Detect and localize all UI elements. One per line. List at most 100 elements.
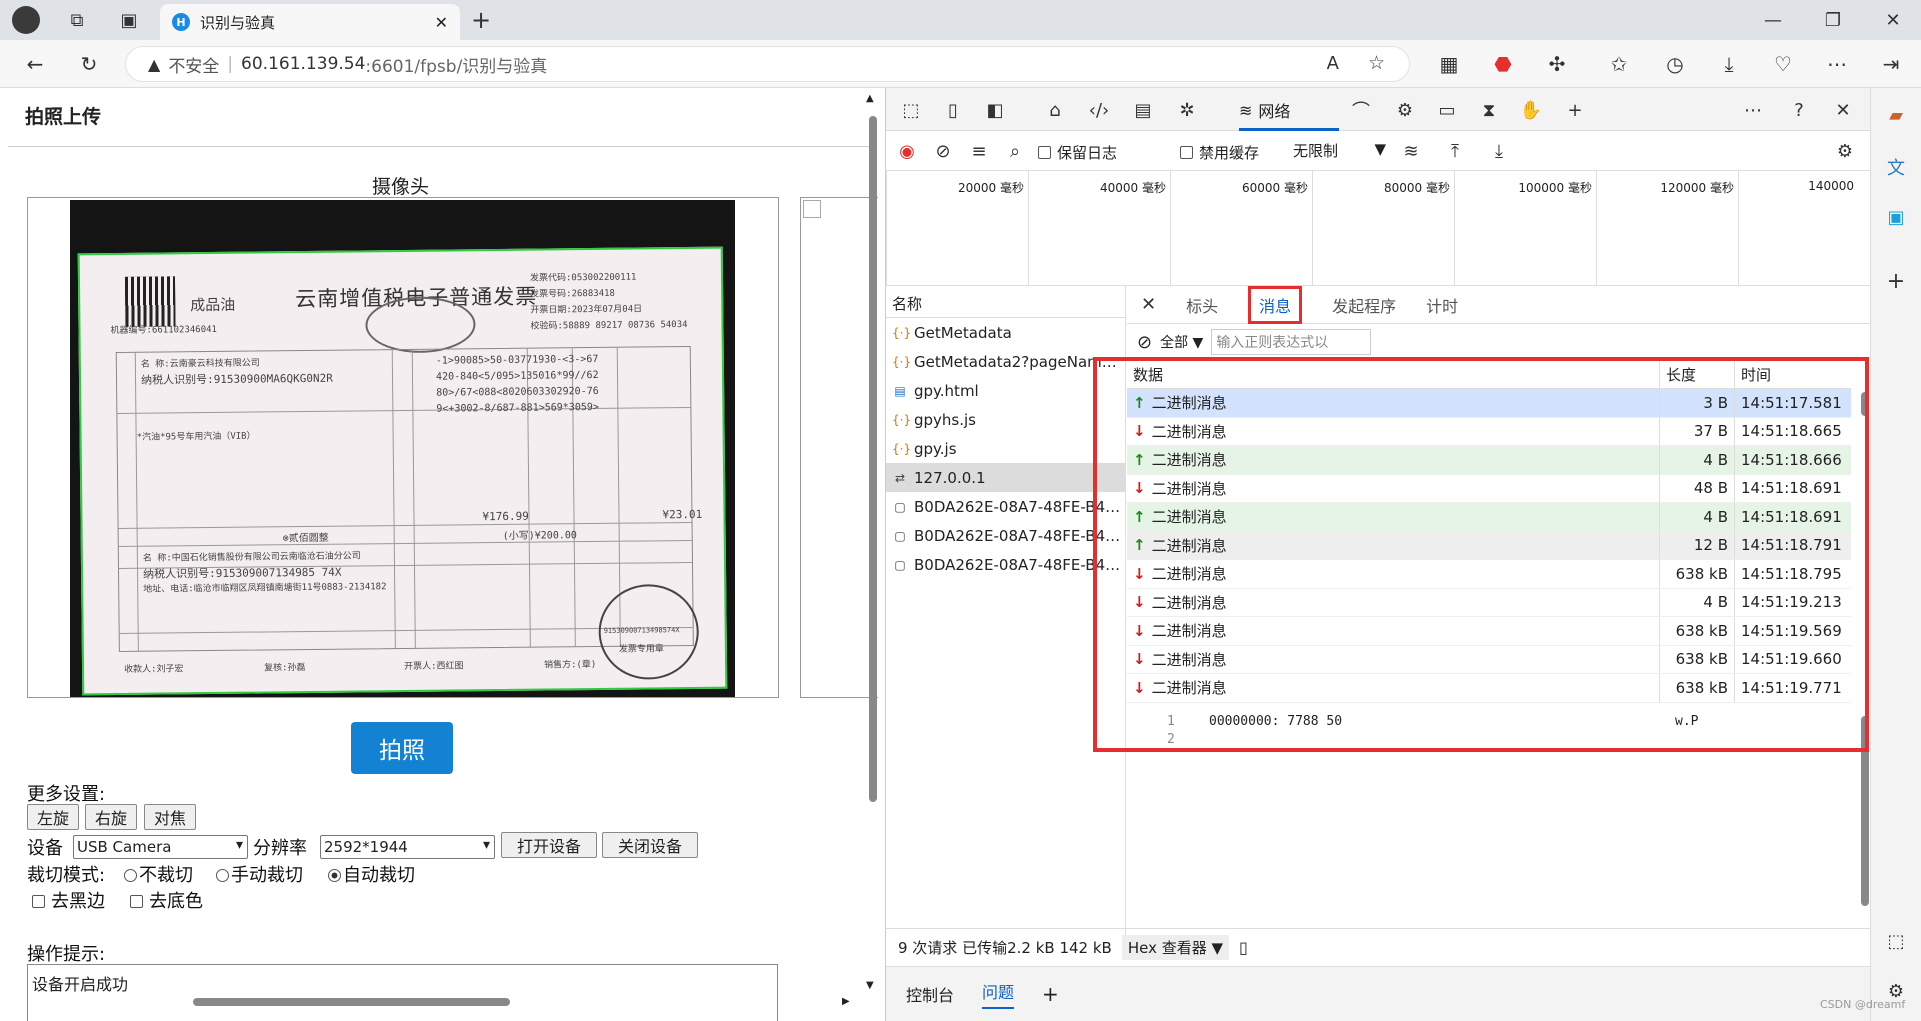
request-item[interactable]: ▢ B0DA262E-08A7-48FE-B4… <box>886 550 1125 579</box>
add-sidebar-icon[interactable]: + <box>1883 268 1909 294</box>
device-select[interactable]: USB Camera <box>73 835 248 859</box>
welcome-icon[interactable]: ⌂ <box>1042 97 1068 123</box>
rotate-right-button[interactable]: 右旋 <box>85 804 137 830</box>
resolution-select[interactable]: 2592*1944 <box>320 835 495 859</box>
more-options-icon[interactable]: ⋯ <box>1740 97 1766 123</box>
search-icon[interactable]: ⌕ <box>1002 138 1028 164</box>
close-tab-icon[interactable]: ✕ <box>435 13 448 32</box>
open-device-button[interactable]: 打开设备 <box>501 832 597 858</box>
refresh-icon[interactable]: ↻ <box>74 50 104 78</box>
scroll-right-icon[interactable]: ▶ <box>842 996 850 1007</box>
back-icon[interactable]: ← <box>20 50 50 78</box>
vertical-scrollbar[interactable] <box>869 116 877 802</box>
tab-actions-icon[interactable]: ▣ <box>116 8 142 32</box>
close-detail-icon[interactable]: ✕ <box>1141 294 1156 315</box>
clear-icon[interactable]: ⊘ <box>930 138 956 164</box>
application-icon[interactable]: ▭ <box>1434 97 1460 123</box>
close-devtools-icon[interactable]: ✕ <box>1830 97 1856 123</box>
tab-messages[interactable]: 消息 <box>1248 285 1303 324</box>
favorite-star-icon[interactable]: ☆ <box>1368 52 1385 74</box>
request-item[interactable]: {·} gpy.js <box>886 434 1125 463</box>
minimize-icon[interactable]: — <box>1760 8 1786 32</box>
scroll-up-icon[interactable]: ▲ <box>866 93 874 104</box>
more-menu-icon[interactable]: ⋯ <box>1822 50 1852 78</box>
device-emulation-icon[interactable]: ▯ <box>940 97 966 123</box>
tab-issues[interactable]: 问题 <box>982 979 1015 1009</box>
adblock-icon[interactable]: ⬣ <box>1488 50 1518 78</box>
crop-none-option[interactable]: 不裁切 <box>124 861 193 887</box>
request-item[interactable]: {·} GetMetadata2?pageNam… <box>886 347 1125 376</box>
tab-network[interactable]: ≋ 网络 <box>1239 92 1339 131</box>
filter-input[interactable]: 输入正则表达式以 <box>1211 329 1372 355</box>
remove-black-option[interactable]: 去黑边 <box>32 887 105 913</box>
record-icon[interactable]: ◉ <box>894 138 920 164</box>
request-item[interactable]: ▢ B0DA262E-08A7-48FE-B4… <box>886 492 1125 521</box>
close-window-icon[interactable]: ✕ <box>1880 8 1906 32</box>
filter-select[interactable]: 全部 ▼ <box>1160 332 1203 352</box>
remove-bg-option[interactable]: 去底色 <box>130 887 203 913</box>
elements-icon[interactable]: ‹/› <box>1086 97 1112 123</box>
tips-textarea[interactable]: 设备开启成功 <box>27 964 778 1021</box>
inspect-icon[interactable]: ⬚ <box>898 97 924 123</box>
extension-icon[interactable]: ▦ <box>1434 50 1464 78</box>
request-item[interactable]: {·} gpyhs.js <box>886 405 1125 434</box>
request-item[interactable]: ⇄ 127.0.0.1 <box>886 463 1125 492</box>
disable-cache-option[interactable]: 禁用缓存 <box>1180 142 1259 163</box>
restore-icon[interactable]: ❐ <box>1820 8 1846 32</box>
tab-headers[interactable]: 标头 <box>1186 293 1218 317</box>
import-har-icon[interactable]: ⤒ <box>1442 138 1468 164</box>
tools-icon[interactable]: ▰ <box>1883 102 1909 128</box>
tab-console[interactable]: 控制台 <box>906 982 954 1006</box>
checkbox-icon[interactable] <box>130 895 143 908</box>
history-icon[interactable]: ◷ <box>1660 50 1690 78</box>
throttle-select[interactable]: 无限制 ▼ <box>1290 140 1388 164</box>
request-item[interactable]: ▤ gpy.html <box>886 376 1125 405</box>
close-device-button[interactable]: 关闭设备 <box>602 832 698 858</box>
profile-avatar[interactable] <box>12 6 40 34</box>
take-photo-button[interactable]: 拍照 <box>351 722 453 774</box>
translate-icon[interactable]: 文 <box>1883 154 1909 180</box>
focus-button[interactable]: 对焦 <box>144 804 196 830</box>
scroll-down-icon[interactable]: ▼ <box>866 980 874 991</box>
radio-icon[interactable] <box>216 869 229 882</box>
crop-manual-option[interactable]: 手动裁切 <box>216 861 303 887</box>
hex-viewer-select[interactable]: Hex 查看器 ▼ <box>1121 935 1230 960</box>
memory-icon[interactable]: ⚙ <box>1392 97 1418 123</box>
export-har-icon[interactable]: ⤓ <box>1486 138 1512 164</box>
radio-icon[interactable] <box>124 869 137 882</box>
tab-timing[interactable]: 计时 <box>1426 293 1458 317</box>
copy-icon[interactable]: ▯ <box>1239 938 1248 957</box>
more-tools-icon[interactable]: + <box>1562 97 1588 123</box>
tab-initiator[interactable]: 发起程序 <box>1332 293 1396 317</box>
bilibili-icon[interactable]: ▣ <box>1883 204 1909 230</box>
checkbox-icon[interactable] <box>1180 146 1193 159</box>
preserve-log-option[interactable]: 保留日志 <box>1038 142 1117 163</box>
read-aloud-icon[interactable]: A <box>1327 53 1339 74</box>
downloads-icon[interactable]: ⤓ <box>1714 50 1744 78</box>
radio-checked-icon[interactable] <box>328 869 341 882</box>
request-item[interactable]: ▢ B0DA262E-08A7-48FE-B4… <box>886 521 1125 550</box>
clear-messages-icon[interactable]: ⊘ <box>1137 332 1152 353</box>
request-item[interactable]: {·} GetMetadata <box>886 318 1125 347</box>
favorites-icon[interactable]: ✩ <box>1604 50 1634 78</box>
network-conditions-icon[interactable]: ≋ <box>1398 138 1424 164</box>
network-timeline[interactable]: 20000 毫秒 40000 毫秒 60000 毫秒 80000 毫秒 1000… <box>886 171 1871 286</box>
sidebar-toggle-icon[interactable]: ⇥ <box>1876 50 1906 78</box>
filter-icon[interactable]: ≡ <box>966 138 992 164</box>
extensions-icon[interactable]: ✣ <box>1542 50 1572 78</box>
help-icon[interactable]: ? <box>1786 97 1812 123</box>
sources-icon[interactable]: ✲ <box>1174 97 1200 123</box>
rotate-left-button[interactable]: 左旋 <box>27 804 79 830</box>
horizontal-scrollbar[interactable] <box>193 998 510 1006</box>
dock-icon[interactable]: ◧ <box>982 97 1008 123</box>
console-icon[interactable]: ▤ <box>1130 97 1156 123</box>
screenshot-icon[interactable]: ⬚ <box>1883 928 1909 954</box>
active-tab[interactable]: H 识别与验真 ✕ <box>160 4 460 40</box>
performance-icon[interactable]: ♡ <box>1768 50 1798 78</box>
add-drawer-tab-icon[interactable]: + <box>1042 982 1059 1006</box>
checkbox-icon[interactable] <box>1038 146 1051 159</box>
workspaces-icon[interactable]: ⧉ <box>64 8 90 32</box>
name-header[interactable]: 名称 <box>886 286 1125 318</box>
address-bar[interactable]: ▲ 不安全 | 60.161.139.54:6601/fpsb/识别与验真 A … <box>125 46 1410 82</box>
stop-icon[interactable]: ✋ <box>1518 97 1544 123</box>
